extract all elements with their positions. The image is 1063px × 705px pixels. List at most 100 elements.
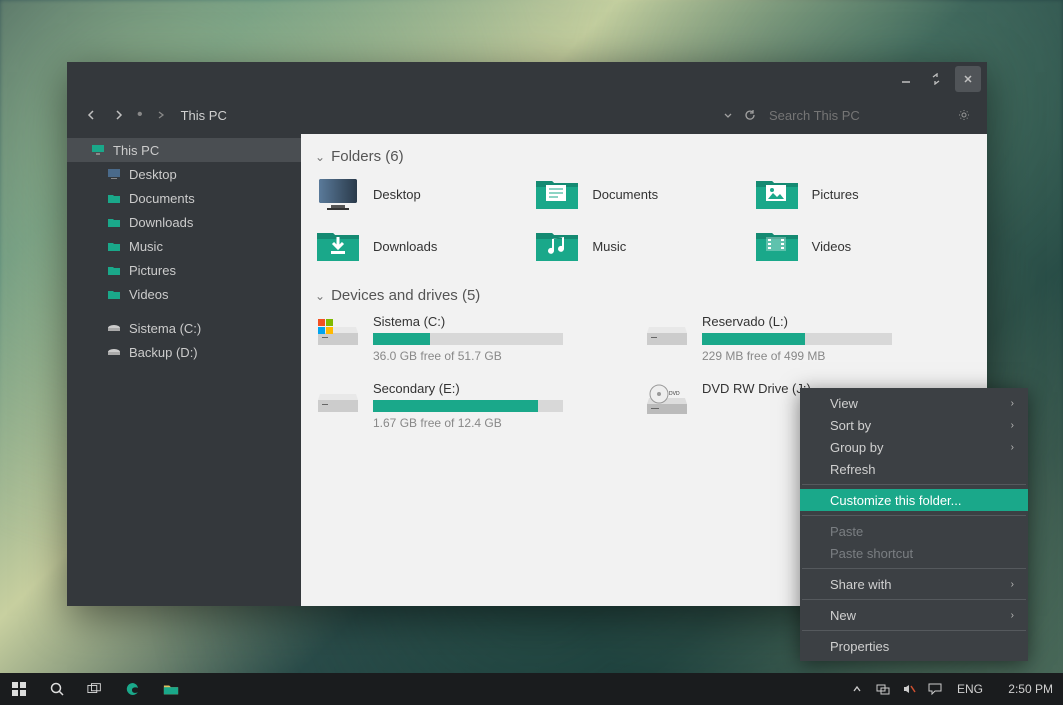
documents-icon (534, 175, 580, 213)
sidebar-item-music[interactable]: Music (67, 234, 301, 258)
drive-free-text: 229 MB free of 499 MB (702, 349, 943, 363)
videos-icon (754, 227, 800, 265)
folder-downloads[interactable]: Downloads (315, 227, 534, 265)
action-center-icon[interactable] (925, 683, 945, 695)
menu-separator (802, 568, 1026, 569)
menu-separator (802, 484, 1026, 485)
sidebar-item-label: Downloads (129, 215, 193, 230)
search-input[interactable] (761, 102, 951, 128)
submenu-arrow-icon: › (1011, 579, 1014, 590)
sidebar-item-videos[interactable]: Videos (67, 282, 301, 306)
sidebar-item-label: Pictures (129, 263, 176, 278)
clock[interactable]: 2:50 PM (995, 682, 1053, 696)
menu-item-customize-this-folder[interactable]: Customize this folder... (800, 489, 1028, 511)
menu-item-refresh[interactable]: Refresh (800, 458, 1028, 480)
breadcrumb[interactable]: This PC (175, 108, 227, 123)
folder-music[interactable]: Music (534, 227, 753, 265)
folder-icon (107, 192, 121, 204)
folder-label: Desktop (373, 187, 421, 202)
folder-pictures[interactable]: Pictures (754, 175, 973, 213)
menu-item-label: Paste shortcut (830, 546, 913, 561)
folder-documents[interactable]: Documents (534, 175, 753, 213)
folders-section-header[interactable]: ⌄ Folders (6) (301, 134, 987, 169)
sidebar-item-pictures[interactable]: Pictures (67, 258, 301, 282)
drive-free-text: 1.67 GB free of 12.4 GB (373, 416, 614, 430)
folder-icon (91, 144, 105, 156)
chevron-down-icon: ⌄ (315, 150, 325, 164)
sidebar: This PC Desktop Documents Downloads Music Pic… (67, 134, 301, 606)
sidebar-item-label: Backup (D:) (129, 345, 198, 360)
drive-item[interactable]: Reservado (L:)229 MB free of 499 MB (644, 314, 973, 363)
menu-item-new[interactable]: New › (800, 604, 1028, 626)
drive-info: Secondary (E:) 1.67 GB free of 12.4 GB (373, 381, 644, 430)
breadcrumb-arrow-icon (147, 110, 175, 120)
menu-item-sort-by[interactable]: Sort by› (800, 414, 1028, 436)
menu-item-label: Group by (830, 440, 883, 455)
menu-item-paste: Paste (800, 520, 1028, 542)
folder-desktop[interactable]: Desktop (315, 175, 534, 213)
pictures-icon (754, 175, 800, 213)
folder-videos[interactable]: Videos (754, 227, 973, 265)
svg-text:DVD: DVD (669, 391, 680, 397)
folder-icon (107, 322, 121, 334)
volume-icon[interactable] (899, 683, 919, 695)
sidebar-item-desktop[interactable]: Desktop (67, 162, 301, 186)
tray-expand-icon[interactable] (847, 684, 867, 694)
menu-item-label: Sort by (830, 418, 871, 433)
menu-separator (802, 599, 1026, 600)
taskbar: ENG 2:50 PM (0, 673, 1063, 705)
drives-section-header[interactable]: ⌄ Devices and drives (5) (301, 273, 987, 308)
titlebar (67, 62, 987, 96)
menu-item-paste-shortcut: Paste shortcut (800, 542, 1028, 564)
edge-button[interactable] (114, 673, 152, 705)
start-button[interactable] (0, 673, 38, 705)
menu-item-label: Share with (830, 577, 891, 592)
folder-label: Videos (812, 239, 852, 254)
menu-item-properties[interactable]: Properties (800, 635, 1028, 657)
maximize-button[interactable] (921, 67, 951, 91)
sidebar-item-backup-d-[interactable]: Backup (D:) (67, 340, 301, 364)
music-icon (534, 227, 580, 265)
menu-item-label: View (830, 396, 858, 411)
search-button[interactable] (38, 673, 76, 705)
hdd-icon (644, 314, 690, 354)
sidebar-item-label: Desktop (129, 167, 177, 182)
language-indicator[interactable]: ENG (951, 682, 989, 696)
menu-item-view[interactable]: View › (800, 392, 1028, 414)
close-button[interactable] (955, 66, 981, 92)
sidebar-item-label: Videos (129, 287, 169, 302)
sidebar-item-documents[interactable]: Documents (67, 186, 301, 210)
minimize-button[interactable] (891, 67, 921, 91)
network-icon[interactable] (873, 683, 893, 695)
drive-info: Reservado (L:)229 MB free of 499 MB (702, 314, 973, 363)
sidebar-item-this-pc[interactable]: This PC (67, 138, 301, 162)
drive-item[interactable]: Secondary (E:) 1.67 GB free of 12.4 GB (315, 381, 644, 430)
menu-item-group-by[interactable]: Group by› (800, 436, 1028, 458)
sidebar-item-sistema-c-[interactable]: Sistema (C:) (67, 316, 301, 340)
sidebar-item-label: This PC (113, 143, 159, 158)
refresh-button[interactable] (739, 109, 761, 121)
folder-icon (107, 264, 121, 276)
forward-button[interactable] (105, 110, 133, 120)
navbar: • This PC (67, 96, 987, 134)
dropdown-icon[interactable] (717, 110, 739, 120)
menu-item-share-with[interactable]: Share with › (800, 573, 1028, 595)
sidebar-item-label: Sistema (C:) (129, 321, 201, 336)
submenu-arrow-icon: › (1011, 610, 1014, 621)
back-button[interactable] (77, 110, 105, 120)
menu-separator (802, 515, 1026, 516)
submenu-arrow-icon: › (1011, 398, 1014, 409)
folder-label: Music (592, 239, 626, 254)
folder-icon (107, 240, 121, 252)
sidebar-item-label: Music (129, 239, 163, 254)
drive-item[interactable]: Sistema (C:)36.0 GB free of 51.7 GB (315, 314, 644, 363)
folder-label: Downloads (373, 239, 437, 254)
taskview-button[interactable] (76, 673, 114, 705)
drive-name: Secondary (E:) (373, 381, 614, 396)
explorer-button[interactable] (152, 673, 190, 705)
menu-item-label: New (830, 608, 856, 623)
sidebar-item-downloads[interactable]: Downloads (67, 210, 301, 234)
gear-icon[interactable] (951, 109, 977, 121)
breadcrumb-separator-icon: • (137, 106, 143, 124)
folder-icon (107, 346, 121, 358)
